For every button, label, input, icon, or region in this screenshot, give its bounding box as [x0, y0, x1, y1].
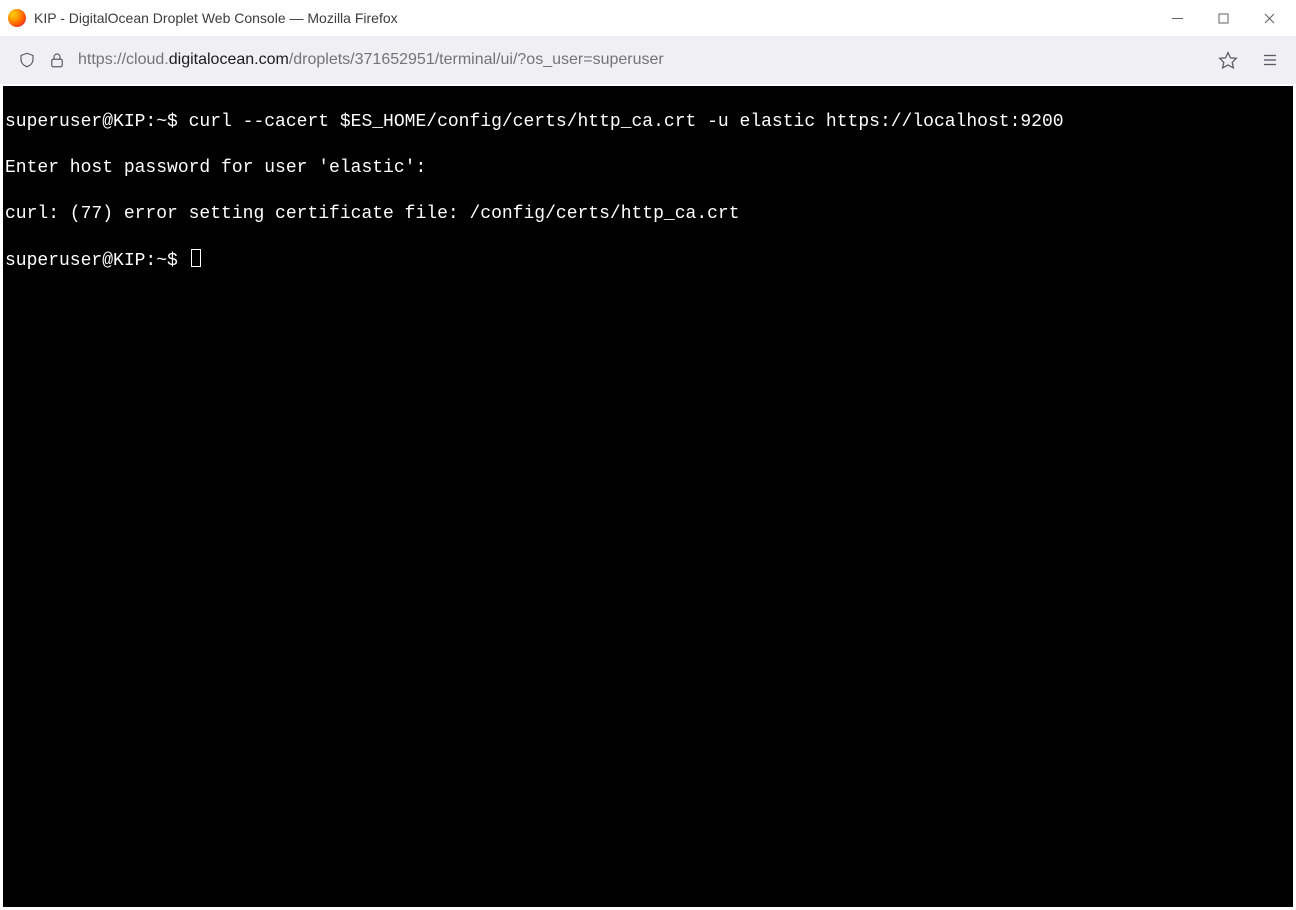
- terminal-cursor: [191, 249, 201, 267]
- window-titlebar: KIP - DigitalOcean Droplet Web Console —…: [0, 0, 1296, 36]
- terminal-line: superuser@KIP:~$ curl --cacert $ES_HOME/…: [5, 111, 1291, 134]
- shield-icon: [18, 51, 36, 69]
- url-bar[interactable]: https://cloud.digitalocean.com/droplets/…: [8, 42, 1248, 78]
- minimize-button[interactable]: [1154, 2, 1200, 34]
- url-proto: https://: [78, 51, 126, 68]
- terminal-line: curl: (77) error setting certificate fil…: [5, 203, 1291, 226]
- url-path: /droplets/371652951/terminal/ui/?os_user…: [289, 51, 664, 68]
- terminal-prompt: superuser@KIP:~$: [5, 251, 189, 271]
- terminal-prompt-line: superuser@KIP:~$: [5, 249, 1291, 273]
- bookmark-star-icon[interactable]: [1218, 50, 1238, 70]
- lock-icon: [48, 51, 66, 69]
- maximize-button[interactable]: [1200, 2, 1246, 34]
- url-host: digitalocean.com: [169, 51, 289, 68]
- terminal[interactable]: superuser@KIP:~$ curl --cacert $ES_HOME/…: [3, 86, 1293, 907]
- firefox-icon: [8, 9, 26, 27]
- terminal-line: Enter host password for user 'elastic':: [5, 157, 1291, 180]
- hamburger-menu-button[interactable]: [1252, 42, 1288, 78]
- window-title: KIP - DigitalOcean Droplet Web Console —…: [34, 10, 398, 26]
- url-text[interactable]: https://cloud.digitalocean.com/droplets/…: [78, 51, 1206, 69]
- browser-toolbar: https://cloud.digitalocean.com/droplets/…: [0, 36, 1296, 84]
- close-button[interactable]: [1246, 2, 1292, 34]
- url-sub: cloud.: [126, 51, 169, 68]
